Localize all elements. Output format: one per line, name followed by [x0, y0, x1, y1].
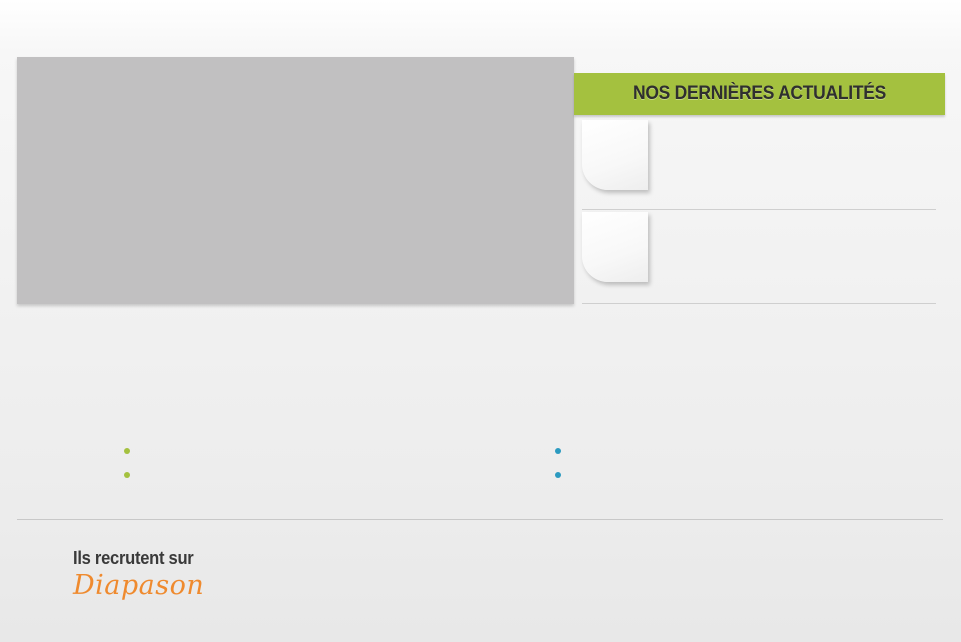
recruit-title: Ils recrutent sur	[73, 548, 194, 568]
bullet-icon	[555, 448, 561, 454]
diapason-logo[interactable]: Diapason	[73, 570, 204, 601]
bullet-icon	[124, 472, 130, 478]
news-header-title: NOS DERNIÈRES ACTUALITÉS	[632, 83, 886, 104]
paper-note-icon[interactable]	[582, 120, 648, 190]
bullet-icon	[124, 448, 130, 454]
news-item[interactable]	[582, 210, 936, 304]
paper-note-icon[interactable]	[582, 212, 648, 282]
bullet-icon	[555, 472, 561, 478]
news-panel: NOS DERNIÈRES ACTUALITÉS	[574, 73, 945, 313]
footer-divider	[17, 519, 943, 520]
hero-slider[interactable]	[17, 57, 574, 304]
news-header: NOS DERNIÈRES ACTUALITÉS	[574, 73, 945, 115]
news-item[interactable]	[582, 118, 936, 210]
